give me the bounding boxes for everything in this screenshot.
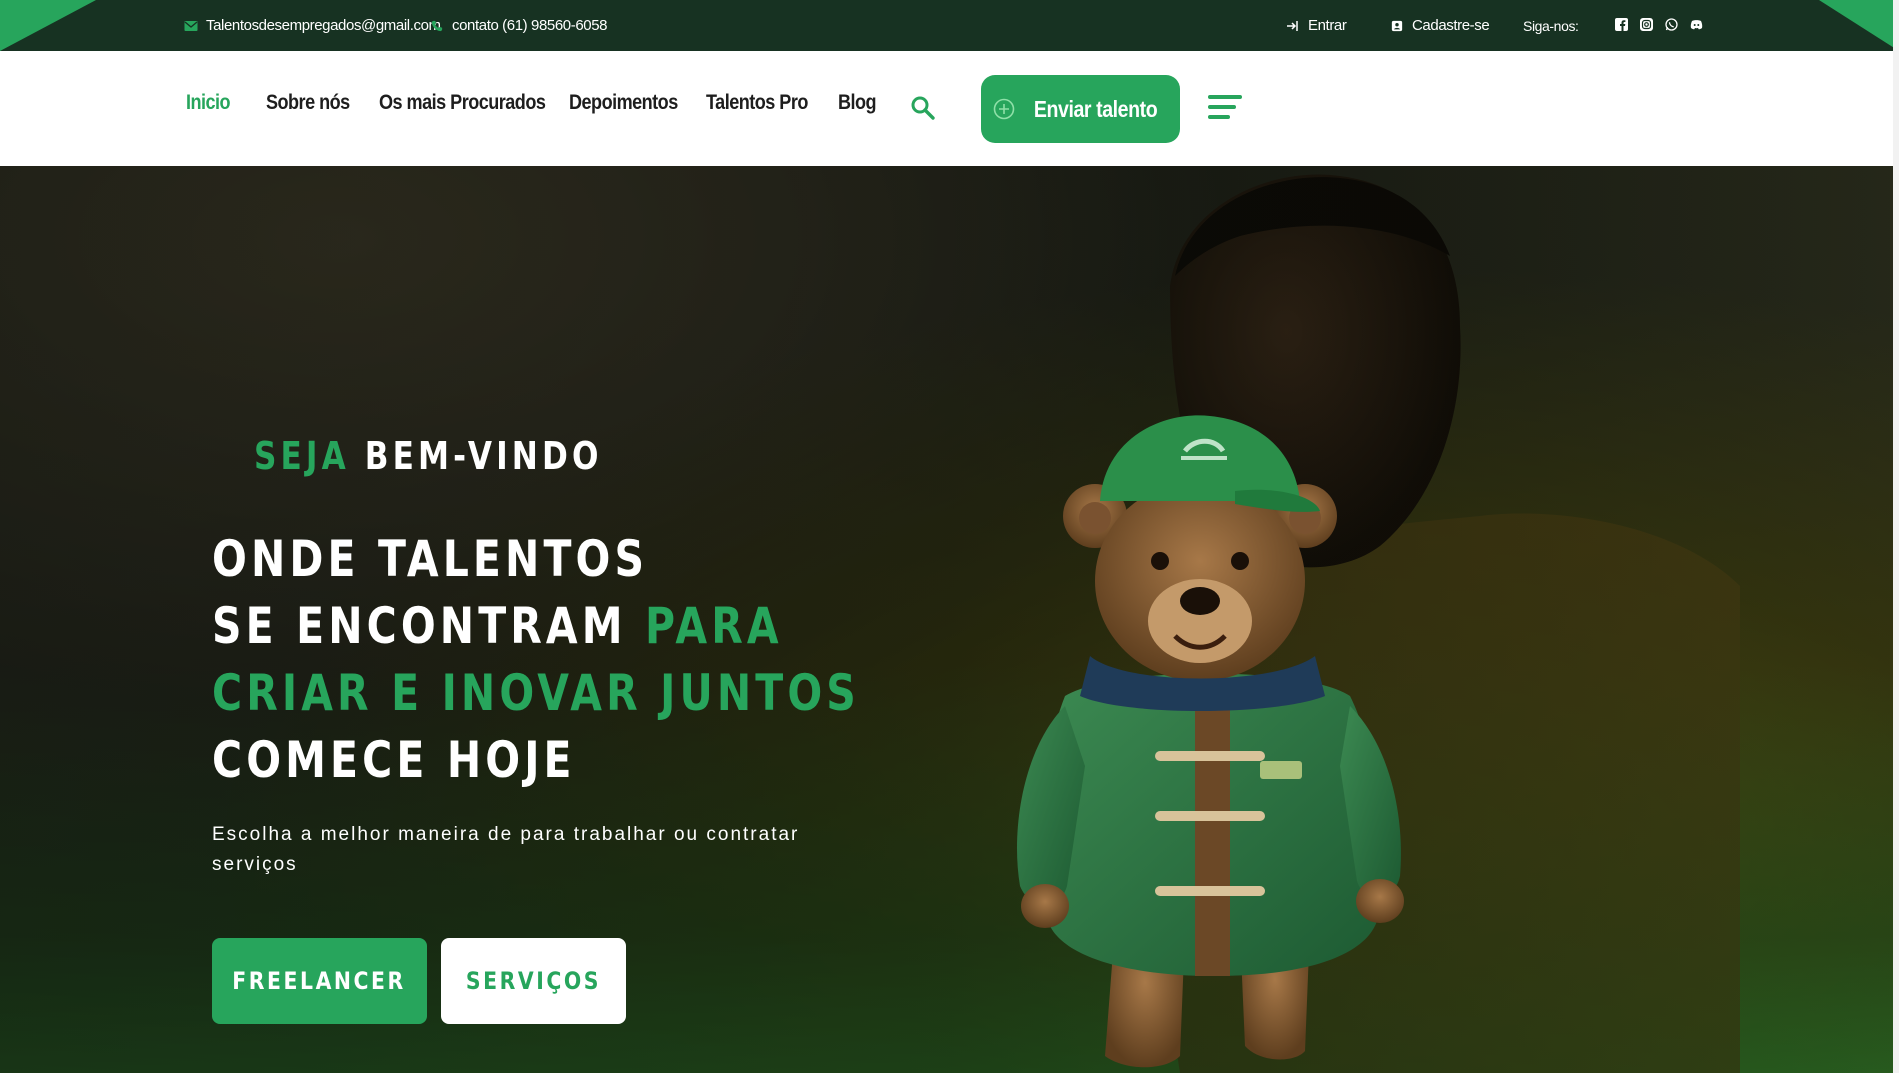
login-link[interactable]: Entrar (1286, 0, 1347, 51)
services-button-label: SERVIÇOS (465, 967, 602, 995)
signup-link[interactable]: Cadastre-se (1390, 0, 1490, 51)
contact-phone-text: contato (61) 98560-6058 (452, 17, 608, 34)
top-bar-right-accent (1819, 0, 1899, 51)
nav-link-talentos-pro[interactable]: Talentos Pro (706, 91, 808, 115)
facebook-icon[interactable] (1615, 18, 1628, 31)
main-navigation: Inicio Sobre nós Os mais Procurados Depo… (0, 51, 1899, 166)
user-card-icon (1391, 20, 1403, 31)
follow-us-text: Siga-nos: (1523, 17, 1579, 34)
services-button[interactable]: SERVIÇOS (441, 938, 626, 1024)
contact-email[interactable]: Talentosdesempregados@gmail.com (184, 0, 441, 51)
contact-phone[interactable]: contato (61) 98560-6058 (430, 0, 607, 51)
headline-line-2: SE ENCONTRAM PARA (212, 593, 860, 660)
bear-mascot-image (1017, 415, 1404, 1068)
headline-line-2-white: SE ENCONTRAM (212, 597, 627, 655)
headline-line-3: CRIAR E INOVAR JUNTOS (212, 664, 860, 722)
headline-line-4: COMECE HOJE (212, 731, 576, 789)
contact-email-text: Talentosdesempregados@gmail.com (206, 17, 441, 34)
nav-link-sobre-nos[interactable]: Sobre nós (266, 91, 350, 115)
send-talent-label: Enviar talento (1033, 95, 1158, 122)
welcome-heading: SEJA BEM-VINDO (254, 434, 603, 478)
phone-icon (431, 20, 443, 31)
login-label: Entrar (1308, 17, 1347, 34)
freelancer-button-label: FREELANCER (232, 967, 407, 995)
welcome-green-text: SEJA (254, 434, 350, 478)
hero-subtitle: Escolha a melhor maneira de para trabalh… (212, 824, 800, 875)
hero-headline: ONDE TALENTOS SE ENCONTRAM PARA CRIAR E … (212, 526, 860, 794)
instagram-icon[interactable] (1640, 18, 1653, 31)
top-bar: Talentosdesempregados@gmail.com contato … (0, 0, 1899, 51)
send-talent-button[interactable]: Enviar talento (981, 75, 1180, 143)
headline-line-1: ONDE TALENTOS (212, 530, 649, 588)
nav-link-inicio[interactable]: Inicio (186, 91, 231, 115)
welcome-white-text: BEM-VINDO (364, 434, 603, 478)
follow-us-label: Siga-nos: (1523, 0, 1579, 51)
login-icon (1287, 20, 1298, 31)
whatsapp-icon[interactable] (1665, 18, 1678, 31)
plus-circle-icon (993, 98, 1015, 120)
social-links (1615, 18, 1703, 31)
top-bar-left-accent (0, 0, 96, 51)
signup-label: Cadastre-se (1412, 17, 1490, 34)
nav-link-blog[interactable]: Blog (838, 91, 877, 115)
search-icon[interactable] (910, 95, 936, 121)
nav-link-mais-procurados[interactable]: Os mais Procurados (379, 91, 546, 115)
hamburger-menu-icon[interactable] (1208, 95, 1244, 123)
hero-section: SEJA BEM-VINDO ONDE TALENTOS SE ENCONTRA… (0, 166, 1899, 1073)
freelancer-button[interactable]: FREELANCER (212, 938, 427, 1024)
discord-icon[interactable] (1690, 18, 1703, 31)
nav-link-depoimentos[interactable]: Depoimentos (569, 91, 678, 115)
mail-icon (184, 20, 198, 31)
headline-line-2-green: PARA (645, 597, 783, 655)
page-scroll-edge (1893, 0, 1899, 1073)
